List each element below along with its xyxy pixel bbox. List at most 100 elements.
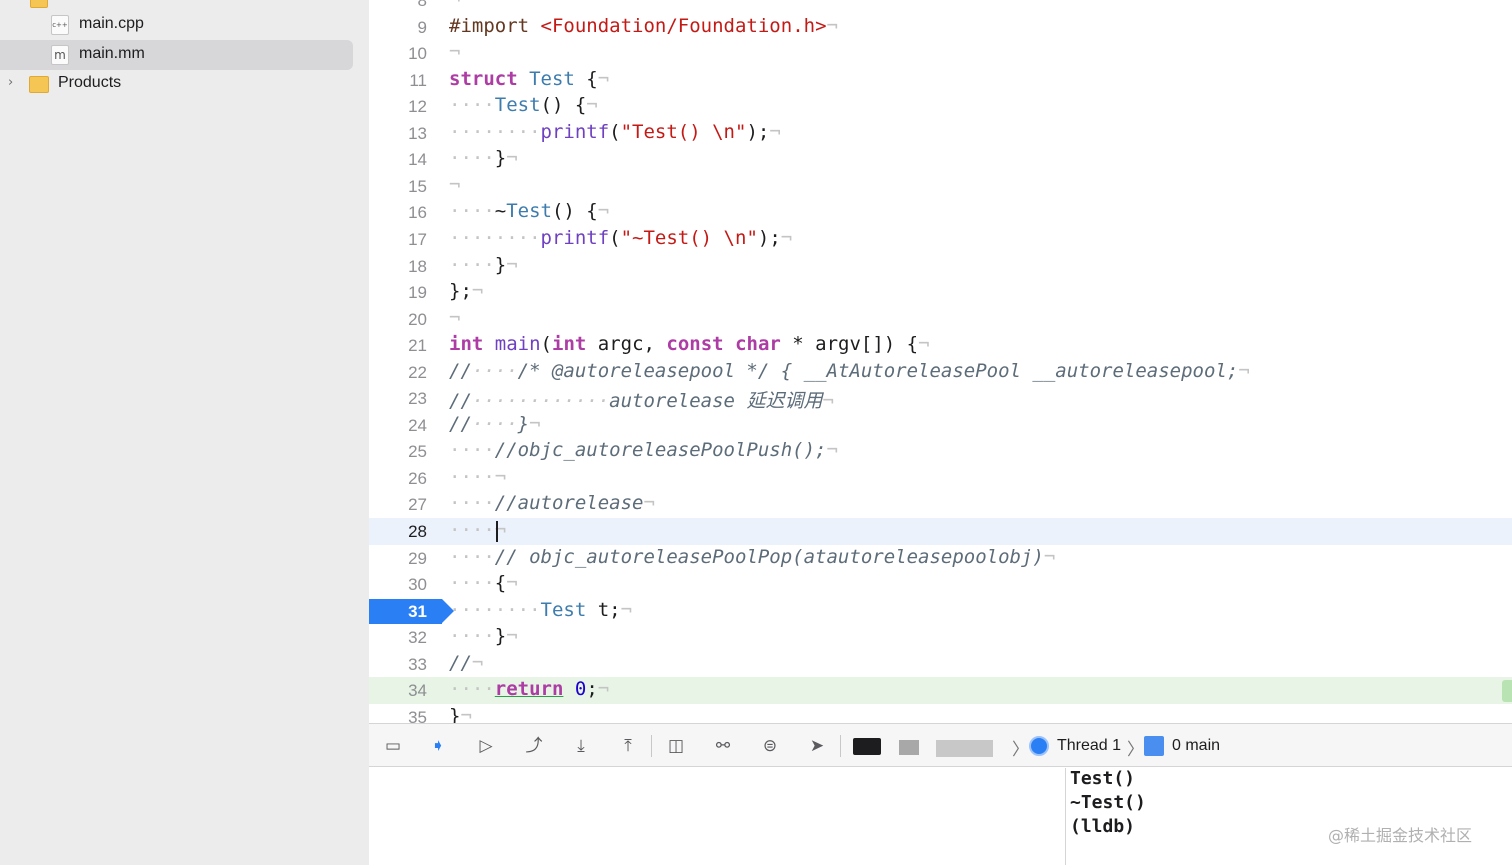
view-debugger-icon[interactable]: ◫ xyxy=(665,736,687,756)
code-line[interactable]: 31 ········Test t;¬ xyxy=(369,598,1512,625)
line-number[interactable]: 8 xyxy=(369,0,427,11)
code-line[interactable]: 29 ····// objc_autoreleasePoolPop(atautor… xyxy=(369,545,1512,572)
line-number[interactable]: 16 xyxy=(369,203,427,223)
code-text[interactable]: ····~Test() {¬ xyxy=(449,200,609,222)
line-number[interactable]: 14 xyxy=(369,150,427,170)
line-number[interactable]: 33 xyxy=(369,655,427,675)
line-number[interactable]: 35 xyxy=(369,708,427,723)
navigator-item-products[interactable]: › Products xyxy=(0,69,369,99)
thread-label[interactable]: Thread 1 xyxy=(1057,737,1121,755)
line-number[interactable]: 10 xyxy=(369,44,427,64)
code-text[interactable]: ····}¬ xyxy=(449,254,518,276)
code-text[interactable]: #import <Foundation/Foundation.h>¬ xyxy=(449,15,838,37)
line-number[interactable]: 17 xyxy=(369,230,427,250)
line-number[interactable]: 26 xyxy=(369,469,427,489)
code-line[interactable]: 35 }¬ xyxy=(369,704,1512,723)
device-icon[interactable] xyxy=(936,740,993,757)
code-line[interactable]: 33 //¬ xyxy=(369,651,1512,678)
code-line[interactable]: 11 struct Test {¬ xyxy=(369,67,1512,94)
code-text[interactable]: ········printf("Test() \n");¬ xyxy=(449,121,781,143)
continue-icon[interactable]: ▷ xyxy=(475,736,497,756)
code-line[interactable]: 16 ····~Test() {¬ xyxy=(369,199,1512,226)
line-number[interactable]: 23 xyxy=(369,389,427,409)
step-out-icon[interactable]: ⤒ xyxy=(617,736,639,756)
code-line[interactable]: 8¬ xyxy=(369,0,1512,14)
code-text[interactable]: int main(int argc, const char * argv[]) … xyxy=(449,333,930,355)
code-line[interactable]: 34 ····return 0;¬ xyxy=(369,677,1512,704)
stack-frame-icon[interactable] xyxy=(1144,736,1164,756)
code-text[interactable]: ····}¬ xyxy=(449,147,518,169)
code-text[interactable]: //····}¬ xyxy=(449,413,541,435)
line-number[interactable]: 15 xyxy=(369,177,427,197)
target-icon[interactable] xyxy=(899,740,919,755)
code-line[interactable]: 23 //············autorelease 延迟调用¬ xyxy=(369,385,1512,412)
line-number[interactable]: 9 xyxy=(369,18,427,38)
line-number[interactable]: 25 xyxy=(369,442,427,462)
code-line[interactable]: 18 ····}¬ xyxy=(369,253,1512,280)
line-number[interactable]: 30 xyxy=(369,575,427,595)
process-icon[interactable] xyxy=(853,738,881,755)
line-number[interactable]: 18 xyxy=(369,257,427,277)
code-line[interactable]: 13 ········printf("Test() \n");¬ xyxy=(369,120,1512,147)
disclosure-chevron-icon[interactable]: › xyxy=(8,75,13,90)
variables-view[interactable] xyxy=(369,768,1065,865)
location-arrow-icon[interactable]: ➤ xyxy=(806,736,828,756)
code-text[interactable]: //····/* @autoreleasepool */ { __AtAutor… xyxy=(449,360,1250,382)
source-editor[interactable]: 8¬9#import <Foundation/Foundation.h>¬10¬… xyxy=(369,0,1512,723)
code-line[interactable]: 30 ····{¬ xyxy=(369,571,1512,598)
code-line[interactable]: 32 ····}¬ xyxy=(369,624,1512,651)
line-number[interactable]: 34 xyxy=(369,681,427,701)
line-number[interactable]: 19 xyxy=(369,283,427,303)
code-text[interactable]: ····return 0;¬ xyxy=(449,678,609,700)
debug-console[interactable]: Test() ~Test() (lldb) xyxy=(1065,768,1512,865)
code-text[interactable]: ¬ xyxy=(449,307,460,329)
code-text[interactable]: ····{¬ xyxy=(449,572,518,594)
code-line[interactable]: 28 ····¬ xyxy=(369,518,1512,545)
code-text[interactable]: //············autorelease 延迟调用¬ xyxy=(449,386,834,413)
code-text[interactable]: ¬ xyxy=(449,0,460,10)
code-text[interactable]: ····¬ xyxy=(449,466,506,488)
code-line[interactable]: 12 ····Test() {¬ xyxy=(369,93,1512,120)
code-text[interactable]: struct Test {¬ xyxy=(449,68,609,90)
line-number[interactable]: 13 xyxy=(369,124,427,144)
code-text[interactable]: ····//autorelease¬ xyxy=(449,492,655,514)
step-into-icon[interactable]: ⤓ xyxy=(570,736,592,756)
code-line[interactable]: 15 ¬ xyxy=(369,173,1512,200)
line-number[interactable]: 12 xyxy=(369,97,427,117)
code-text[interactable]: ¬ xyxy=(449,174,460,196)
code-line[interactable]: 19};¬ xyxy=(369,279,1512,306)
environment-overrides-icon[interactable]: ⊜ xyxy=(759,736,781,756)
code-line[interactable]: 26 ····¬ xyxy=(369,465,1512,492)
code-line[interactable]: 10 ¬ xyxy=(369,40,1512,67)
code-text[interactable]: }¬ xyxy=(449,705,472,723)
code-text[interactable]: ····Test() {¬ xyxy=(449,94,598,116)
line-number[interactable]: 27 xyxy=(369,495,427,515)
breakpoints-toggle-icon[interactable]: ➧ xyxy=(427,736,449,756)
line-number[interactable]: 21 xyxy=(369,336,427,356)
code-line[interactable]: 20 ¬ xyxy=(369,306,1512,333)
thread-icon[interactable] xyxy=(1029,736,1049,756)
line-number[interactable]: 24 xyxy=(369,416,427,436)
code-text[interactable]: ········printf("~Test() \n");¬ xyxy=(449,227,792,249)
line-number[interactable]: 20 xyxy=(369,310,427,330)
line-number[interactable]: 28 xyxy=(369,522,427,542)
code-line[interactable]: 25 ····//objc_autoreleasePoolPush();¬ xyxy=(369,438,1512,465)
code-line[interactable]: 24 //····}¬ xyxy=(369,412,1512,439)
line-number[interactable]: 29 xyxy=(369,549,427,569)
code-text[interactable]: ········Test t;¬ xyxy=(449,599,632,621)
navigator-item-main-mm[interactable]: m main.mm xyxy=(0,40,353,70)
code-line[interactable]: 14 ····}¬ xyxy=(369,146,1512,173)
step-over-icon[interactable]: ⤴ xyxy=(523,736,545,756)
hide-debug-area-icon[interactable]: ▭ xyxy=(382,736,404,756)
line-number[interactable]: 31 xyxy=(369,602,427,622)
code-line[interactable]: 21 int main(int argc, const char * argv[]… xyxy=(369,332,1512,359)
memory-graph-icon[interactable]: ⚯ xyxy=(712,736,734,756)
code-text[interactable]: ····// objc_autoreleasePoolPop(atautorel… xyxy=(449,546,1055,568)
code-line[interactable]: 9 #import <Foundation/Foundation.h>¬ xyxy=(369,14,1512,41)
line-number[interactable]: 11 xyxy=(369,71,427,91)
line-number[interactable]: 22 xyxy=(369,363,427,383)
line-number[interactable]: 32 xyxy=(369,628,427,648)
frame-label[interactable]: 0 main xyxy=(1172,737,1220,755)
code-text[interactable]: ····//objc_autoreleasePoolPush();¬ xyxy=(449,439,838,461)
code-text[interactable]: ····}¬ xyxy=(449,625,518,647)
